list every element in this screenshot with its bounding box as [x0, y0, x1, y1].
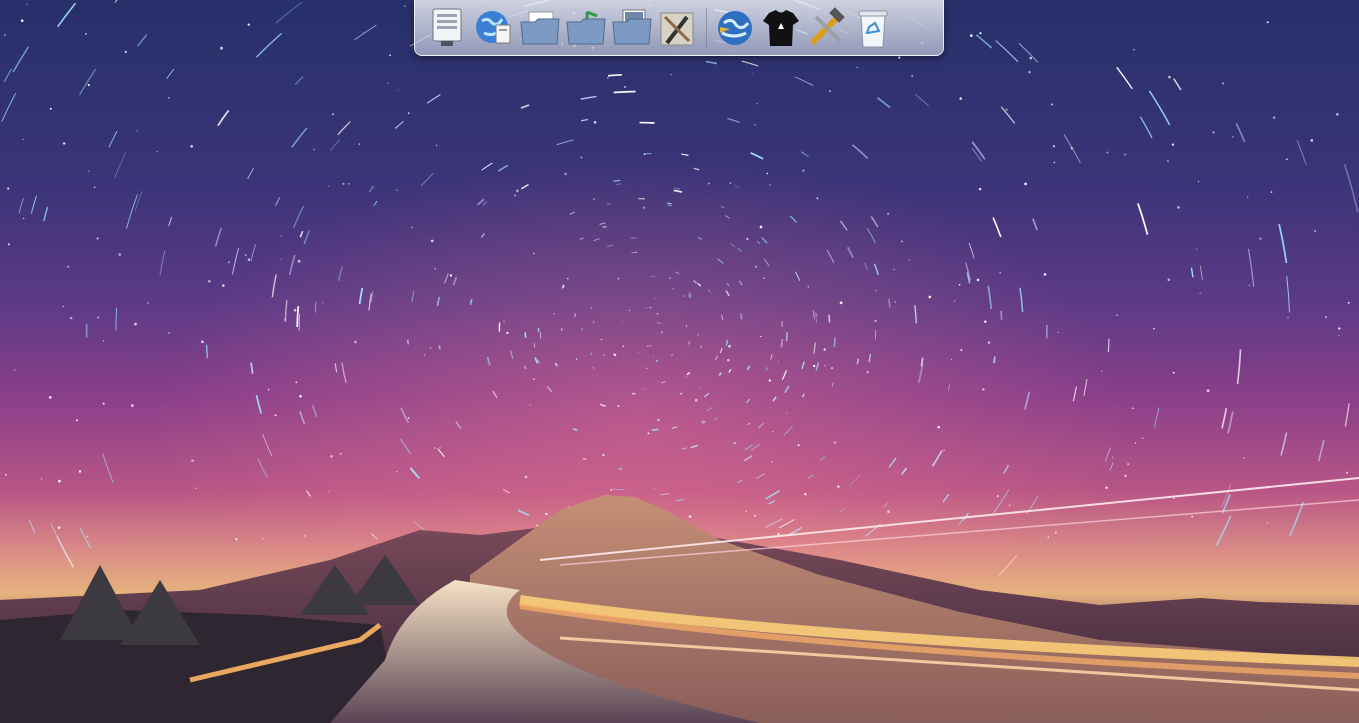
computer-icon: [432, 8, 462, 46]
tshirt-icon: [763, 9, 799, 46]
dock-browser[interactable]: [712, 4, 758, 52]
dock-utilities[interactable]: [655, 4, 701, 52]
recycle-bin-icon: [858, 10, 888, 47]
dock-music[interactable]: [563, 4, 609, 52]
dock: [414, 0, 944, 56]
dock-documents[interactable]: [517, 4, 563, 52]
foreground-left: [0, 610, 400, 723]
utilities-tools-icon: [660, 12, 694, 45]
dock-computer[interactable]: [425, 4, 471, 52]
network-globe-icon: [476, 10, 511, 43]
landscape: [0, 477, 1359, 723]
dock-pictures[interactable]: [609, 4, 655, 52]
dock-appearance[interactable]: [758, 4, 804, 52]
hammer-wrench-icon: [809, 6, 845, 45]
dock-settings[interactable]: [804, 4, 850, 52]
dock-separator: [706, 7, 707, 48]
desktop-wallpaper: [0, 0, 1359, 723]
dock-trash[interactable]: [850, 4, 896, 52]
music-folder-icon: [566, 10, 606, 44]
pictures-folder-icon: [612, 9, 652, 44]
documents-folder-icon: [520, 11, 560, 44]
web-browser-icon: [718, 10, 752, 45]
dock-network[interactable]: [471, 4, 517, 52]
